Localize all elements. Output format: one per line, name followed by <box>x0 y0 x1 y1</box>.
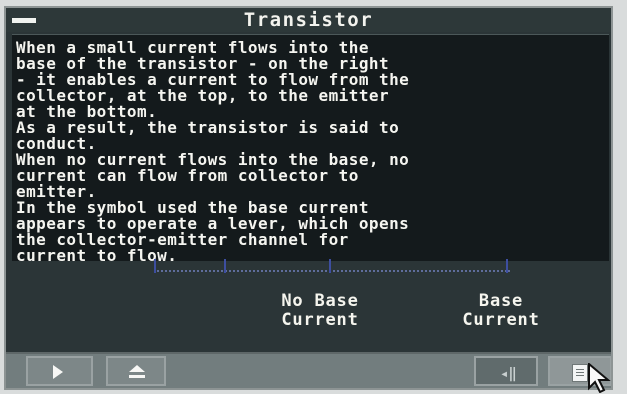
no-base-current-caption: No Base Current <box>265 292 375 330</box>
volume-icon: ◂‖ <box>500 366 517 382</box>
diagram-tick <box>329 259 331 273</box>
control-bar: ◂‖ <box>6 352 611 388</box>
diagram-dotted-line <box>154 270 510 272</box>
diagram-tick <box>224 259 226 273</box>
play-icon <box>53 365 63 379</box>
window-title: Transistor <box>243 9 374 31</box>
base-current-label: Base Current <box>462 291 540 330</box>
mouse-cursor-icon <box>588 363 611 393</box>
eject-icon <box>128 365 146 379</box>
no-base-current-label: No Base Current <box>281 291 359 330</box>
explanation-text-panel: When a small current flows into the base… <box>12 34 609 265</box>
transistor-window: Transistor When a small current flows in… <box>4 6 613 390</box>
play-button[interactable] <box>26 356 93 386</box>
title-bar: Transistor <box>6 8 611 32</box>
eject-button[interactable] <box>106 356 166 386</box>
diagram-tick <box>154 259 156 273</box>
diagram-tick <box>506 259 508 273</box>
volume-button[interactable]: ◂‖ <box>474 356 538 386</box>
base-current-caption: Base Current <box>446 292 556 330</box>
